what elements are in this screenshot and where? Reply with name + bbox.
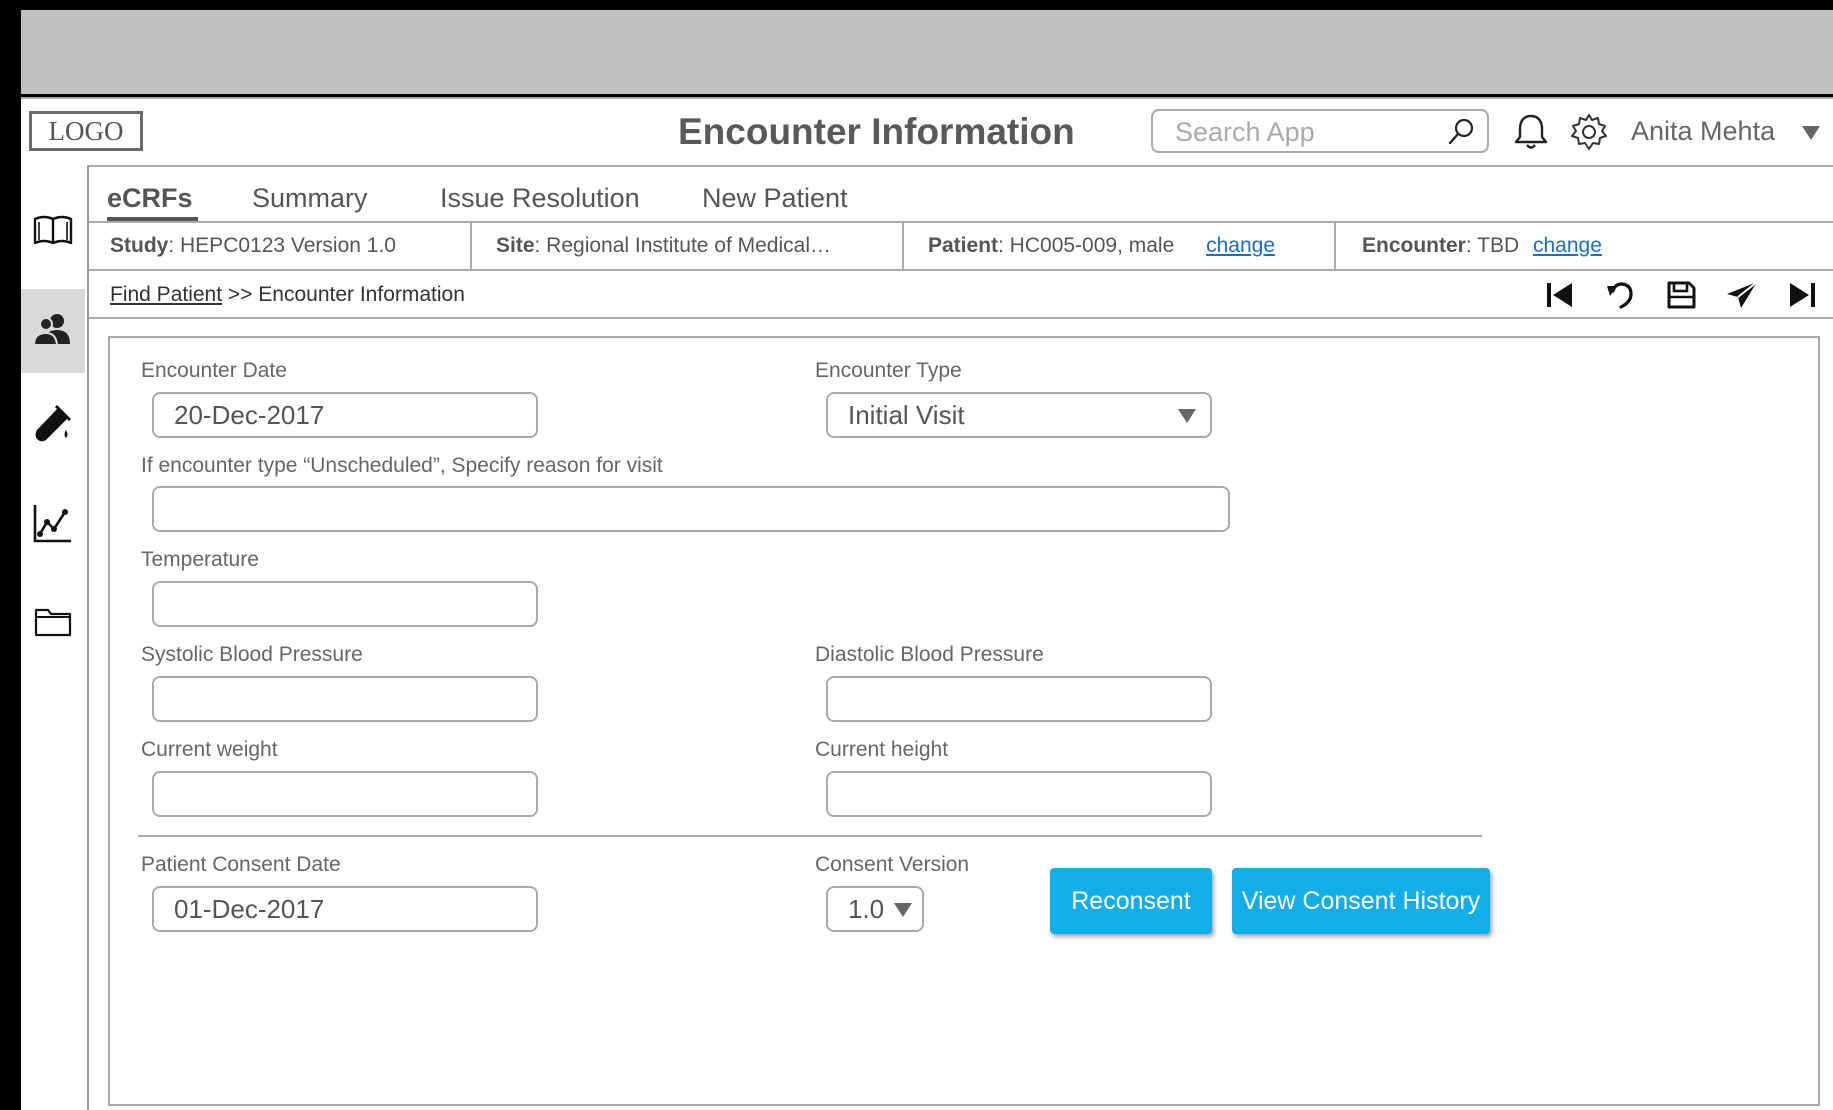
site-info: Site: Regional Institute of Medical…: [472, 223, 904, 269]
skip-last-icon[interactable]: [1786, 280, 1818, 315]
search-input[interactable]: [1173, 116, 1447, 148]
breadcrumb: Find Patient >> Encounter Information: [110, 283, 465, 307]
tab-new-patient[interactable]: New Patient: [702, 183, 848, 214]
app-header: LOGO Encounter Information Anita Mehta: [21, 97, 1833, 167]
consent-version-chevron-down-icon[interactable]: [894, 903, 912, 917]
encounter-form: Encounter Date 20-Dec-2017 Encounter Typ…: [108, 336, 1820, 1106]
diastolic-field[interactable]: [826, 676, 1212, 722]
study-label: Study: [110, 234, 169, 257]
book-icon: [32, 214, 74, 253]
breadcrumb-current: Encounter Information: [258, 283, 465, 306]
sidebar-item-lab[interactable]: [21, 384, 85, 468]
encounter-type-value: Initial Visit: [848, 400, 965, 430]
send-icon[interactable]: [1725, 280, 1759, 315]
tab-issue-resolution[interactable]: Issue Resolution: [440, 183, 640, 214]
encounter-type-chevron-down-icon[interactable]: [1178, 409, 1196, 423]
patient-info: Patient: HC005-009, male change: [904, 223, 1336, 269]
study-value: : HEPC0123 Version 1.0: [168, 234, 396, 257]
height-label: Current height: [815, 738, 949, 761]
view-consent-history-button[interactable]: View Consent History: [1232, 868, 1490, 934]
context-info-bar: Study: HEPC0123 Version 1.0 Site: Region…: [89, 221, 1833, 271]
window-title-bar: [21, 10, 1833, 97]
user-menu-chevron-down-icon[interactable]: [1802, 126, 1820, 140]
reason-field[interactable]: [152, 486, 1230, 532]
diastolic-label: Diastolic Blood Pressure: [815, 643, 1044, 666]
section-divider: [138, 835, 1482, 837]
systolic-field[interactable]: [152, 676, 538, 722]
consent-date-label: Patient Consent Date: [141, 853, 341, 876]
search-box[interactable]: [1151, 109, 1489, 153]
logo: LOGO: [29, 111, 143, 151]
patient-value: : HC005-009, male: [998, 234, 1175, 257]
sidebar-item-patients[interactable]: [21, 289, 85, 373]
settings-gear-icon[interactable]: [1569, 112, 1609, 157]
temperature-field[interactable]: [152, 581, 538, 627]
undo-icon[interactable]: [1604, 280, 1636, 315]
sidebar-item-analytics[interactable]: [21, 483, 85, 567]
sidebar-item-library[interactable]: [21, 191, 85, 275]
consent-version-select[interactable]: 1.0: [826, 886, 924, 932]
skip-first-icon[interactable]: [1544, 280, 1576, 315]
page-title: Encounter Information: [678, 111, 1075, 152]
notification-bell-icon[interactable]: [1511, 112, 1551, 157]
reconsent-button[interactable]: Reconsent: [1050, 868, 1212, 934]
consent-date-field[interactable]: 01-Dec-2017: [152, 886, 538, 932]
change-encounter-link[interactable]: change: [1533, 234, 1602, 257]
tab-bar: eCRFs Summary Issue Resolution New Patie…: [89, 165, 1833, 221]
weight-label: Current weight: [141, 738, 278, 761]
breadcrumb-separator: >>: [222, 283, 259, 306]
change-patient-link[interactable]: change: [1206, 234, 1275, 257]
encounter-label: Encounter: [1362, 234, 1466, 257]
weight-field[interactable]: [152, 771, 538, 817]
encounter-date-label: Encounter Date: [141, 359, 287, 382]
reason-label: If encounter type “Unscheduled”, Specify…: [141, 454, 663, 477]
tab-summary[interactable]: Summary: [252, 183, 368, 214]
encounter-type-label: Encounter Type: [815, 359, 962, 382]
breadcrumb-toolbar: Find Patient >> Encounter Information: [89, 271, 1833, 319]
logo-text: LOGO: [48, 116, 124, 146]
sidebar-item-files[interactable]: [21, 582, 85, 666]
users-icon: [32, 311, 74, 352]
systolic-label: Systolic Blood Pressure: [141, 643, 363, 666]
line-chart-icon: [32, 502, 74, 549]
study-info: Study: HEPC0123 Version 1.0: [89, 223, 472, 269]
temperature-label: Temperature: [141, 548, 259, 571]
tab-ecrfs[interactable]: eCRFs: [107, 183, 193, 214]
site-value: : Regional Institute of Medical…: [534, 234, 831, 257]
search-icon[interactable]: [1447, 117, 1475, 152]
height-field[interactable]: [826, 771, 1212, 817]
patient-label: Patient: [928, 234, 999, 257]
encounter-info: Encounter: TBD change: [1336, 223, 1833, 269]
consent-version-value: 1.0: [848, 894, 885, 924]
folder-icon: [33, 606, 73, 643]
encounter-value: : TBD: [1465, 234, 1520, 257]
breadcrumb-find-patient-link[interactable]: Find Patient: [110, 283, 222, 306]
site-label: Site: [496, 234, 535, 257]
save-icon[interactable]: [1665, 280, 1697, 315]
user-name[interactable]: Anita Mehta: [1631, 116, 1775, 147]
encounter-date-field[interactable]: 20-Dec-2017: [152, 392, 538, 438]
lab-flask-icon: [32, 404, 74, 449]
consent-version-label: Consent Version: [815, 853, 970, 876]
encounter-type-select[interactable]: Initial Visit: [826, 392, 1212, 438]
